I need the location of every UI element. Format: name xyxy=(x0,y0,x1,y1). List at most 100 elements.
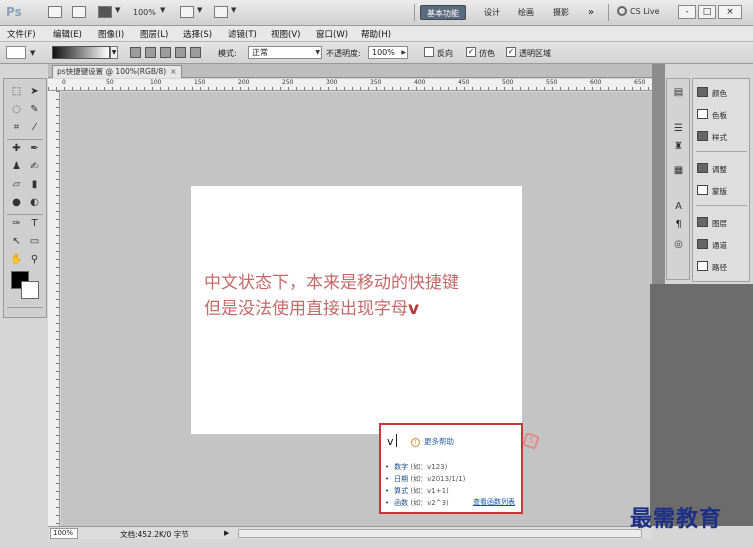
menu-view[interactable]: 视图(V) xyxy=(271,28,300,40)
path-select-tool-icon[interactable]: ↖ xyxy=(9,235,24,249)
hand-tool-icon[interactable]: ✋ xyxy=(9,253,24,267)
type-tool-icon[interactable]: T xyxy=(27,217,42,231)
styles-panel-tab[interactable]: 样式 xyxy=(697,131,727,145)
tool-preset-picker[interactable] xyxy=(6,46,26,59)
screen-mode-icon[interactable] xyxy=(214,6,228,18)
document-info[interactable]: 文档:452.2K/0 字节 xyxy=(120,529,189,540)
arrange-documents-icon[interactable] xyxy=(180,6,194,18)
gradient-picker[interactable] xyxy=(52,46,110,59)
reverse-label: 反向 xyxy=(437,49,453,58)
extras-icon[interactable] xyxy=(98,6,112,18)
masks-panel-tab[interactable]: 蒙版 xyxy=(697,185,727,199)
reflected-gradient-icon[interactable] xyxy=(175,47,186,58)
close-button[interactable]: × xyxy=(718,5,742,19)
background-color-swatch[interactable] xyxy=(21,281,39,299)
history-brush-tool-icon[interactable]: ✍ xyxy=(27,160,42,174)
shape-tool-icon[interactable]: ▭ xyxy=(27,235,42,249)
chevron-down-icon[interactable]: ▼ xyxy=(30,49,35,57)
clone-source-panel-icon[interactable]: ♜ xyxy=(672,141,685,153)
ime-help-link[interactable]: ! 更多帮助 xyxy=(411,436,454,447)
menu-image[interactable]: 图像(I) xyxy=(98,28,124,40)
workspace-design-button[interactable]: 设计 xyxy=(478,5,506,20)
ime-option-function[interactable]: • 函数 (如：v2^3) xyxy=(385,498,449,508)
minimize-button[interactable]: - xyxy=(678,5,696,19)
workspace-photography-button[interactable]: 摄影 xyxy=(547,5,575,20)
chevron-down-icon[interactable]: ▼ xyxy=(160,6,165,14)
paths-panel-tab[interactable]: 路径 xyxy=(697,261,727,275)
character-panel-icon[interactable]: A xyxy=(672,201,685,213)
brush-panel-icon[interactable]: ☰ xyxy=(672,123,685,135)
menu-help[interactable]: 帮助(H) xyxy=(361,28,391,40)
opacity-field[interactable]: 100% ▶ xyxy=(368,46,408,59)
history-panel-icon[interactable]: ▤ xyxy=(672,87,685,99)
menu-filter[interactable]: 滤镜(T) xyxy=(228,28,257,40)
styles-icon xyxy=(697,131,708,141)
marquee-tool-icon[interactable]: ⬚ xyxy=(9,85,24,99)
radial-gradient-icon[interactable] xyxy=(145,47,156,58)
horizontal-scrollbar[interactable] xyxy=(238,529,642,538)
brush-tool-icon[interactable]: ✒ xyxy=(27,142,42,156)
dither-label: 仿色 xyxy=(479,49,495,58)
close-icon[interactable]: × xyxy=(170,67,176,76)
menu-file[interactable]: 文件(F) xyxy=(7,28,36,40)
blur-tool-icon[interactable]: ● xyxy=(9,196,24,210)
clone-stamp-tool-icon[interactable]: ♟ xyxy=(9,160,24,174)
ime-option-date[interactable]: • 日期 (如：v2013/1/1) xyxy=(385,474,465,484)
layers-panel-tab[interactable]: 图层 xyxy=(697,217,727,231)
swatches-panel-tab[interactable]: 色板 xyxy=(697,109,727,123)
more-workspaces-button[interactable]: » xyxy=(582,5,600,20)
bridge-icon[interactable] xyxy=(48,6,62,18)
collapsed-panel-icons: ▤ ☰ ♜ ▦ A ¶ ◎ xyxy=(666,78,690,280)
ime-function-list-link[interactable]: 查看函数列表 xyxy=(473,497,515,507)
ime-option-formula[interactable]: • 算式 (如：v1+1) xyxy=(385,486,449,496)
lasso-tool-icon[interactable]: ◌ xyxy=(9,103,24,117)
status-menu-arrow-icon[interactable]: ▶ xyxy=(224,529,229,537)
chevron-down-icon[interactable]: ▼ xyxy=(197,6,202,14)
mini-bridge-icon[interactable] xyxy=(72,6,86,18)
swatches-icon xyxy=(697,109,708,119)
chevron-down-icon[interactable]: ▼ xyxy=(231,6,236,14)
document-canvas[interactable]: 中文状态下，本来是移动的快捷键 但是没法使用直接出现字母v xyxy=(191,186,522,434)
menu-edit[interactable]: 编辑(E) xyxy=(53,28,82,40)
move-tool-icon[interactable]: ➤ xyxy=(27,85,42,99)
eyedropper-tool-icon[interactable]: ⁄ xyxy=(27,121,42,135)
crop-tool-icon[interactable]: ⌗ xyxy=(9,121,24,135)
workspace-essentials-button[interactable]: 基本功能 xyxy=(420,5,466,20)
mode-select[interactable]: 正常 ▼ xyxy=(248,46,322,59)
paragraph-panel-icon[interactable]: ¶ xyxy=(672,219,685,231)
tool-presets-panel-icon[interactable]: ▦ xyxy=(672,165,685,177)
document-tab[interactable]: ps快捷键设置 @ 100%(RGB/8) × xyxy=(52,65,182,78)
cs-live-button[interactable]: CS Live xyxy=(617,6,660,16)
quick-select-tool-icon[interactable]: ✎ xyxy=(27,103,42,117)
channels-panel-tab[interactable]: 通道 xyxy=(697,239,727,253)
ime-option-label: 算式 xyxy=(394,487,409,495)
pen-tool-icon[interactable]: ✑ xyxy=(9,217,24,231)
eraser-tool-icon[interactable]: ▱ xyxy=(9,178,24,192)
gradient-tool-icon[interactable]: ▮ xyxy=(27,178,42,192)
dither-checkbox[interactable]: ✓ xyxy=(466,47,476,57)
chevron-down-icon[interactable]: ▼ xyxy=(115,6,120,14)
bullet-icon: • xyxy=(385,463,390,471)
zoom-tool-icon[interactable]: ⚲ xyxy=(27,253,42,267)
transparency-checkbox[interactable]: ✓ xyxy=(506,47,516,57)
dodge-tool-icon[interactable]: ◐ xyxy=(27,196,42,210)
chevron-down-icon[interactable]: ▼ xyxy=(110,46,118,59)
angle-gradient-icon[interactable] xyxy=(160,47,171,58)
color-panel-tab[interactable]: 颜色 xyxy=(697,87,727,101)
ruler-label: 450 xyxy=(458,79,470,86)
menu-layer[interactable]: 图层(L) xyxy=(140,28,168,40)
menu-window[interactable]: 窗口(W) xyxy=(316,28,348,40)
healing-brush-tool-icon[interactable]: ✚ xyxy=(9,142,24,156)
ime-option-number[interactable]: • 数字 (如：v123) xyxy=(385,462,447,472)
zoom-level[interactable]: 100% xyxy=(133,8,156,17)
adjustments-panel-tab[interactable]: 调整 xyxy=(697,163,727,177)
status-zoom-field[interactable]: 100% xyxy=(50,528,78,539)
ruler-label: 150 xyxy=(194,79,206,86)
reverse-checkbox[interactable] xyxy=(424,47,434,57)
maximize-button[interactable]: □ xyxy=(698,5,716,19)
workspace-painting-button[interactable]: 绘画 xyxy=(512,5,540,20)
notes-panel-icon[interactable]: ◎ xyxy=(672,239,685,251)
diamond-gradient-icon[interactable] xyxy=(190,47,201,58)
menu-select[interactable]: 选择(S) xyxy=(183,28,212,40)
linear-gradient-icon[interactable] xyxy=(130,47,141,58)
